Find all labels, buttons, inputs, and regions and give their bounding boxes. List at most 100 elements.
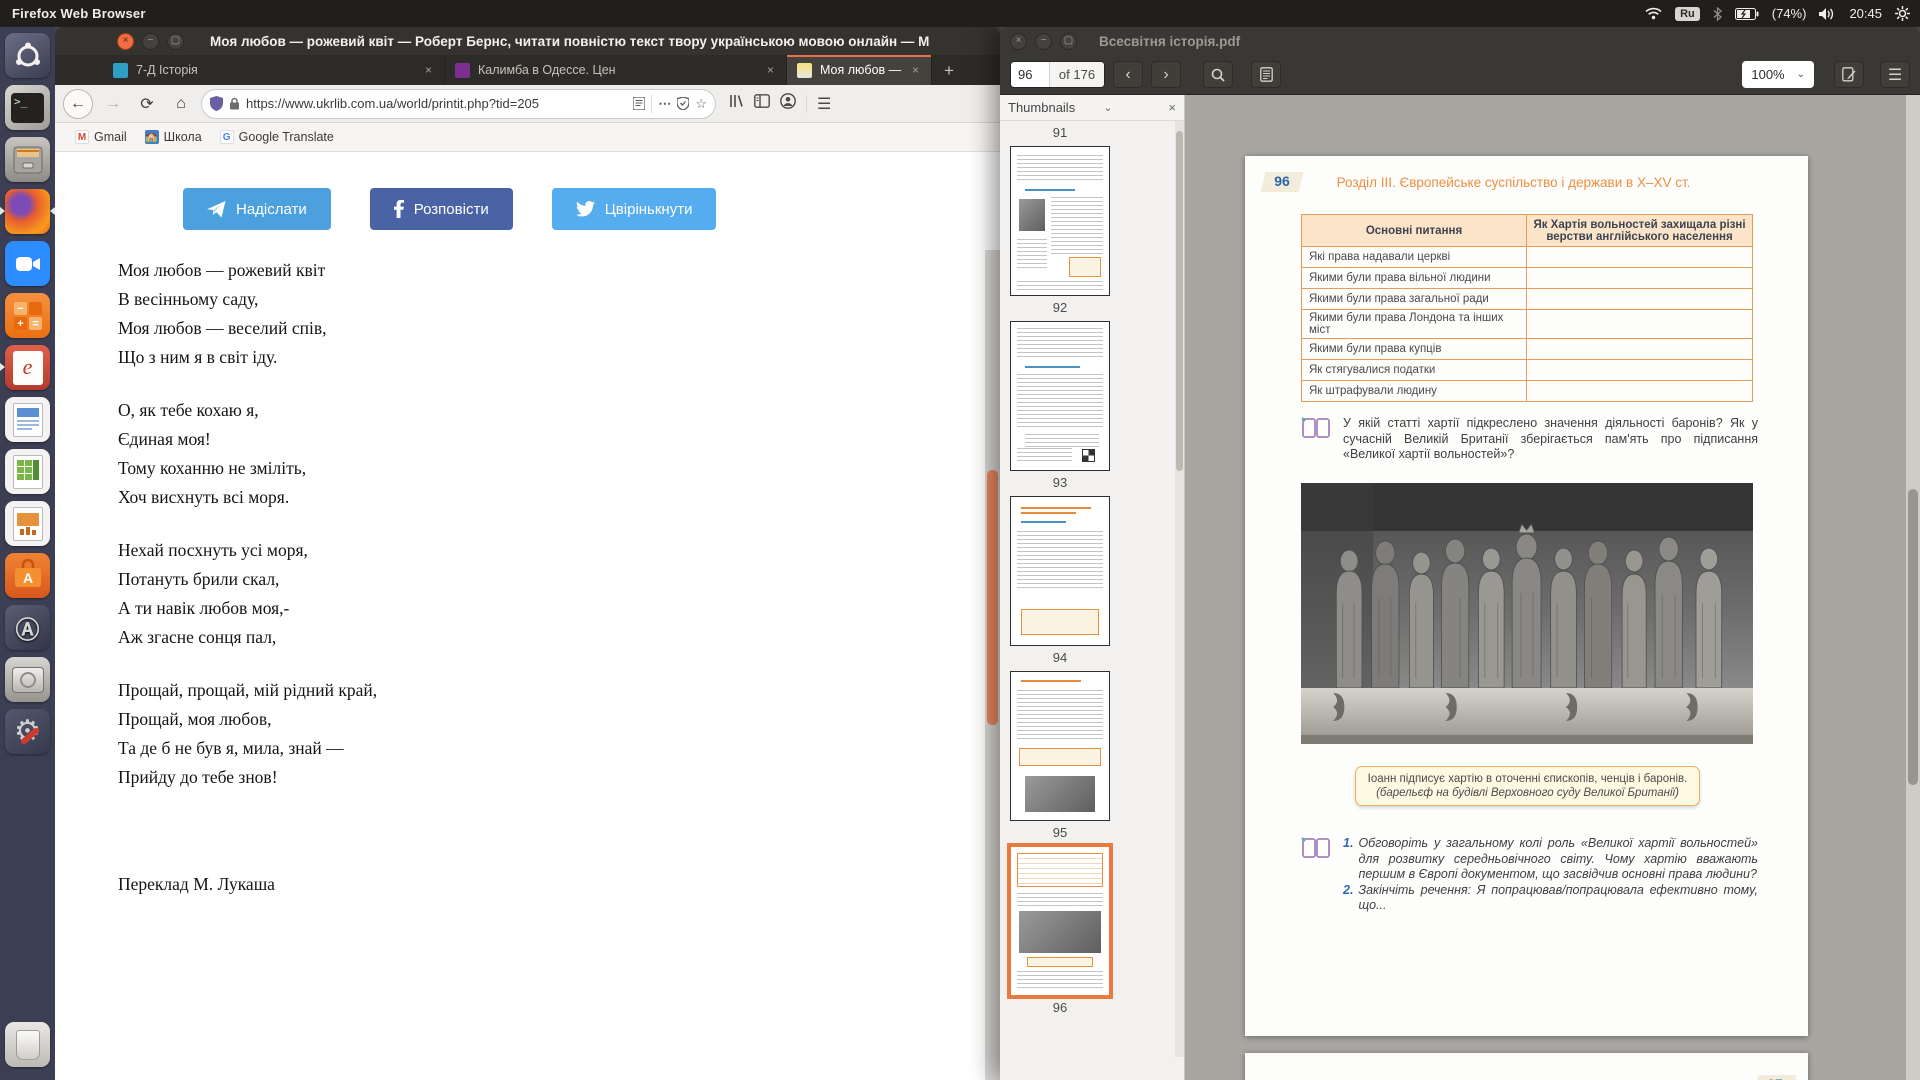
- urlbar-divider: [651, 95, 652, 113]
- tab-close-icon[interactable]: ×: [423, 63, 434, 77]
- reload-button[interactable]: ⟳: [133, 90, 161, 118]
- scrollbar-thumb[interactable]: [987, 470, 998, 725]
- dock-disks-icon[interactable]: [5, 657, 50, 702]
- pdf-body: Thumbnails ⌄ × 91 92: [1000, 95, 1920, 1080]
- telegram-plane-icon: [207, 201, 226, 218]
- home-button[interactable]: ⌂: [167, 90, 195, 118]
- sidebar-scrollbar[interactable]: [1175, 121, 1184, 1057]
- dock-terminal-icon[interactable]: >_: [5, 85, 50, 130]
- system-tray[interactable]: Ru (74%) 20:45: [1645, 6, 1920, 21]
- table-row: Якими були права Лондона та інших міст: [1302, 310, 1753, 339]
- annotations-list-button[interactable]: [1251, 61, 1281, 88]
- bluetooth-icon[interactable]: [1713, 7, 1722, 21]
- page-number-badge: 97: [1754, 1075, 1797, 1080]
- firefox-scrollbar[interactable]: [985, 250, 1000, 1080]
- dock-calculator-icon[interactable]: −+=: [5, 293, 50, 338]
- next-page-button[interactable]: ›: [1151, 61, 1181, 88]
- firefox-titlebar[interactable]: × − ▢ Моя любов — рожевий квіт — Роберт …: [55, 27, 1000, 55]
- dock-document-viewer-icon[interactable]: e: [5, 345, 50, 390]
- twitter-share-button[interactable]: Цвірінькнути: [552, 188, 717, 230]
- tracking-shield-icon[interactable]: [210, 96, 223, 111]
- battery-percentage: (74%): [1772, 6, 1807, 21]
- pdf-menu-button[interactable]: ☰: [1880, 61, 1910, 88]
- volume-icon[interactable]: [1819, 7, 1836, 21]
- thumbnail-page-95[interactable]: [1010, 671, 1110, 821]
- pdf-scrollbar[interactable]: [1906, 95, 1920, 1080]
- dock-libreoffice-impress-icon[interactable]: [5, 501, 50, 546]
- bookmark-label: Школа: [164, 130, 202, 144]
- poem-stanza: Моя любов — рожевий квітВ весінньому сад…: [118, 256, 377, 372]
- dock-libreoffice-calc-icon[interactable]: [5, 449, 50, 494]
- sidebar-mode-label[interactable]: Thumbnails: [1008, 100, 1075, 115]
- document-viewer-running-indicator: [0, 363, 5, 371]
- close-button[interactable]: ×: [117, 33, 134, 50]
- scrollbar-thumb[interactable]: [1176, 131, 1183, 471]
- dock-system-settings-icon[interactable]: ⚙: [5, 709, 50, 754]
- page-header: §19. Священна Римська імперія 97: [1549, 1075, 1794, 1080]
- dock-ubuntu-software-icon[interactable]: A: [5, 553, 50, 598]
- maximize-button[interactable]: ▢: [167, 33, 184, 50]
- search-button[interactable]: [1203, 61, 1233, 88]
- page-content: Надіслати Розповісти Цвірінькнути Моя лю…: [55, 152, 1000, 1080]
- dock-trash-icon[interactable]: [5, 1022, 50, 1067]
- tab-kalimba[interactable]: Калимба в Одессе. Цен ×: [445, 55, 787, 85]
- bookmark-school[interactable]: 🏫 Школа: [145, 130, 202, 144]
- clock[interactable]: 20:45: [1849, 6, 1882, 21]
- thumbnail-label: 93: [1010, 475, 1110, 490]
- lock-icon[interactable]: [229, 97, 240, 110]
- firefox-tab-bar: 7-Д Історія × Калимба в Одессе. Цен × Мо…: [55, 55, 1000, 85]
- keyboard-layout-indicator[interactable]: Ru: [1675, 7, 1700, 21]
- thumbnail-page-94[interactable]: [1010, 496, 1110, 646]
- dock-libreoffice-writer-icon[interactable]: [5, 397, 50, 442]
- pdf-titlebar[interactable]: × − ▢ Всесвітня історія.pdf: [1000, 27, 1920, 55]
- annotate-button[interactable]: [1834, 61, 1864, 88]
- pocket-shield-icon[interactable]: [677, 97, 689, 110]
- forward-button[interactable]: →: [99, 90, 127, 118]
- back-button[interactable]: ←: [63, 89, 93, 119]
- svg-text:A: A: [22, 570, 32, 586]
- zoom-selector[interactable]: 100% ⌄: [1742, 61, 1814, 88]
- thumbnail-page-92[interactable]: [1010, 146, 1110, 296]
- dock-file-manager-icon[interactable]: [5, 137, 50, 182]
- dock-a-emblem-app-icon[interactable]: Ⓐ: [5, 605, 50, 650]
- account-icon[interactable]: [780, 93, 796, 114]
- bookmark-star-icon[interactable]: ☆: [695, 96, 707, 112]
- new-tab-button[interactable]: +: [932, 57, 966, 85]
- scrollbar-thumb[interactable]: [1908, 489, 1918, 785]
- reader-view-icon[interactable]: [633, 97, 645, 110]
- library-icon[interactable]: [728, 93, 744, 114]
- maximize-button[interactable]: ▢: [1060, 33, 1077, 50]
- tab-close-icon[interactable]: ×: [910, 63, 921, 77]
- tab-close-icon[interactable]: ×: [765, 63, 776, 77]
- tasks-block: 1.Обговоріть у загальному колі роль «Вел…: [1301, 836, 1758, 914]
- minimize-button[interactable]: −: [142, 33, 159, 50]
- previous-page-button[interactable]: ‹: [1113, 61, 1143, 88]
- current-page-input[interactable]: 96: [1011, 62, 1049, 87]
- menu-icon[interactable]: ☰: [817, 94, 831, 114]
- tab-poem-active[interactable]: Моя любов — рожевий ×: [787, 55, 932, 85]
- dock-ubuntu-dash-icon[interactable]: [5, 33, 50, 78]
- open-book-icon: [1301, 836, 1331, 860]
- tab-school-journal[interactable]: 7-Д Історія ×: [103, 55, 445, 85]
- url-text[interactable]: https://www.ukrlib.com.ua/world/printit.…: [246, 96, 627, 111]
- table-row: Як штрафували людину: [1302, 381, 1753, 402]
- close-button[interactable]: ×: [1010, 33, 1027, 50]
- session-gear-icon[interactable]: [1895, 6, 1910, 21]
- sidebar-close-icon[interactable]: ×: [1168, 100, 1176, 115]
- telegram-share-button[interactable]: Надіслати: [183, 188, 331, 230]
- bookmark-gmail[interactable]: M Gmail: [75, 130, 127, 144]
- url-bar[interactable]: https://www.ukrlib.com.ua/world/printit.…: [201, 89, 716, 119]
- thumbnail-page-96-selected[interactable]: [1010, 846, 1110, 996]
- dock-firefox-icon[interactable]: [5, 189, 50, 234]
- facebook-share-button[interactable]: Розповісти: [370, 188, 513, 230]
- dock-zoom-icon[interactable]: [5, 241, 50, 286]
- bookmark-google-translate[interactable]: G Google Translate: [220, 130, 334, 144]
- wifi-icon[interactable]: [1645, 7, 1662, 20]
- sidebar-toggle-icon[interactable]: [754, 94, 770, 113]
- thumbnail-page-93[interactable]: [1010, 321, 1110, 471]
- pdf-viewer-window: × − ▢ Всесвітня історія.pdf 96 of 176 ‹ …: [1000, 27, 1920, 1080]
- page-actions-icon[interactable]: ⋯: [658, 96, 671, 112]
- battery-icon[interactable]: [1735, 8, 1759, 20]
- minimize-button[interactable]: −: [1035, 33, 1052, 50]
- chevron-down-icon[interactable]: ⌄: [1103, 101, 1112, 114]
